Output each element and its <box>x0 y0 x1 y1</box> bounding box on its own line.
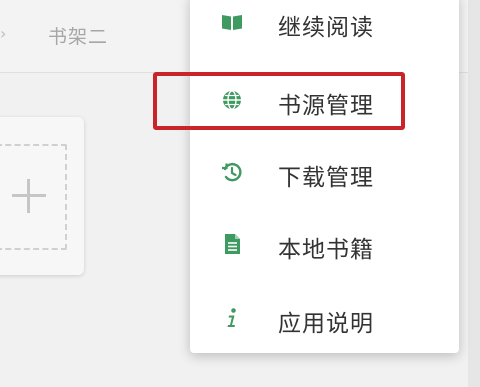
menu-item-label: 下载管理 <box>278 165 374 191</box>
menu-item-local-books[interactable]: 本地书籍 <box>190 216 459 274</box>
menu-item-label: 本地书籍 <box>278 237 374 263</box>
menu-item-continue-reading[interactable]: 继续阅读 <box>190 0 459 52</box>
tab-arrow-icon: › <box>0 24 6 43</box>
add-book-slot[interactable] <box>0 144 67 250</box>
book-icon <box>220 10 244 34</box>
menu-item-label: 应用说明 <box>278 311 374 337</box>
highlight-box <box>153 72 405 130</box>
history-icon <box>220 160 244 184</box>
menu-item-label: 继续阅读 <box>278 15 374 41</box>
menu-item-download-management[interactable]: 下载管理 <box>190 144 459 202</box>
info-icon <box>220 306 244 330</box>
plus-icon-vertical[interactable] <box>27 179 30 213</box>
screen-edge <box>468 0 480 387</box>
document-icon <box>220 232 244 256</box>
menu-item-app-info[interactable]: 应用说明 <box>190 290 459 348</box>
tab-shelf-two[interactable]: 书架二 <box>48 22 108 49</box>
